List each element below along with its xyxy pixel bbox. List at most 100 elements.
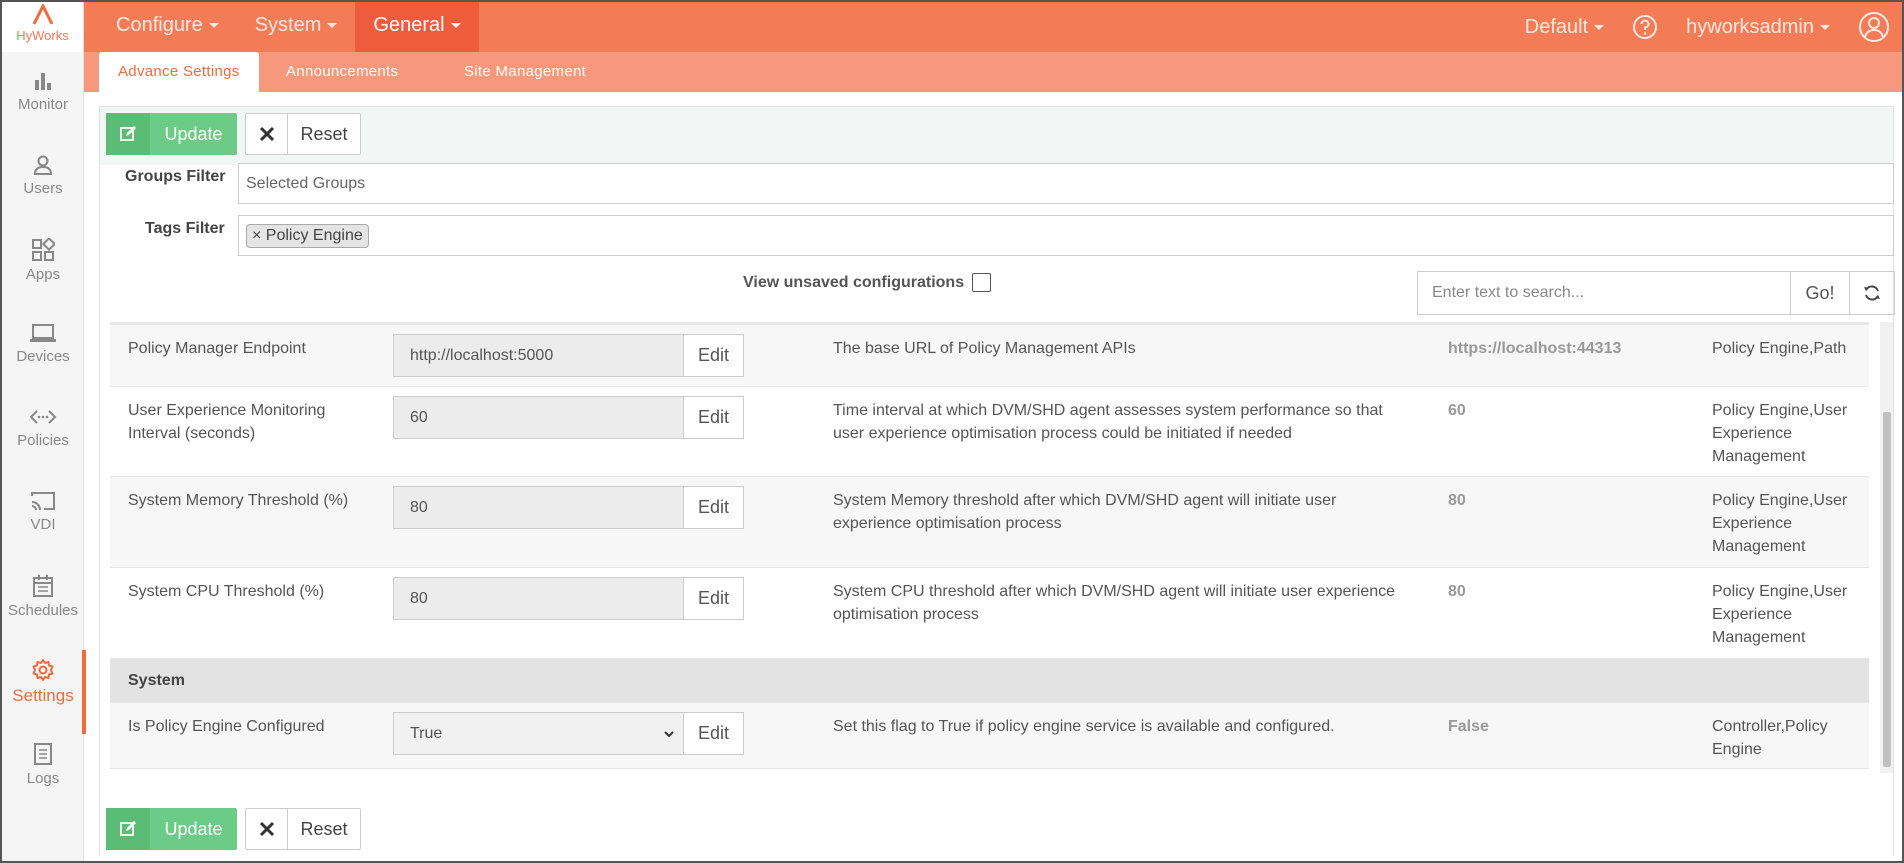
setting-tags: Policy Engine,User Experience Management	[1712, 583, 1848, 646]
bottom-button-bar: Update Reset	[100, 802, 1893, 860]
profile-button[interactable]	[1844, 11, 1902, 43]
view-unsaved-toggle: View unsaved configurations	[743, 273, 992, 292]
settings-panel: Update Reset Groups Filter Selected Grou…	[99, 106, 1895, 860]
app-window: HyWorks Monitor Users Apps Devices Polic…	[0, 0, 1904, 863]
scrollbar[interactable]	[1880, 322, 1893, 773]
setting-value-group: True Edit	[393, 712, 744, 755]
group-label: System	[128, 672, 185, 689]
setting-description: The base URL of Policy Management APIs	[833, 340, 1136, 357]
setting-description: System Memory threshold after which DVM/…	[833, 492, 1337, 532]
setting-value-group: http://localhost:5000 Edit	[393, 334, 744, 377]
groups-filter-input[interactable]: Selected Groups	[238, 163, 1894, 204]
sidebar-item-vdi[interactable]: VDI	[2, 482, 84, 566]
groups-filter-placeholder: Selected Groups	[246, 174, 366, 192]
table-row: System CPU Threshold (%) 80 Edit System …	[110, 568, 1869, 659]
search-input[interactable]: Enter text to search...	[1418, 272, 1791, 314]
edit-button[interactable]: Edit	[683, 577, 744, 620]
update-label: Update	[164, 819, 223, 839]
sub-tabs: Advance Settings Announcements Site Mana…	[84, 52, 1902, 92]
topnav-system[interactable]: System	[237, 2, 356, 52]
tenant-label: Default	[1524, 15, 1589, 38]
setting-default: False	[1448, 718, 1489, 735]
edit-button[interactable]: Edit	[683, 486, 744, 529]
caret-down-icon	[450, 23, 461, 29]
sidebar: HyWorks Monitor Users Apps Devices Polic…	[2, 2, 86, 861]
tag-remove-icon[interactable]: ×	[252, 227, 261, 244]
setting-name: System Memory Threshold (%)	[128, 492, 349, 509]
sidebar-item-label: Settings	[12, 686, 74, 705]
sidebar-item-users[interactable]: Users	[2, 146, 84, 230]
sidebar-item-label: VDI	[30, 516, 56, 533]
gear-icon	[32, 659, 54, 681]
top-right-controls: Default hyworksadmin	[1511, 2, 1902, 52]
tags-filter-input[interactable]: × Policy Engine	[238, 215, 1894, 256]
go-button[interactable]: Go!	[1791, 272, 1850, 314]
calendar-icon	[33, 575, 53, 597]
update-button[interactable]: Update	[106, 808, 237, 850]
sidebar-item-label: Apps	[25, 266, 61, 283]
search-group: Enter text to search... Go!	[1417, 271, 1895, 315]
user-menu[interactable]: hyworksadmin	[1672, 16, 1844, 39]
tag-label: Policy Engine	[265, 226, 363, 244]
setting-value-field: http://localhost:5000	[393, 334, 683, 377]
groups-filter-label: Groups Filter	[125, 168, 226, 185]
setting-tags: Controller,Policy Engine	[1712, 718, 1828, 758]
settings-table: Policy Manager Endpoint http://localhost…	[110, 322, 1869, 773]
tab-site-management[interactable]: Site Management	[445, 52, 605, 92]
sidebar-item-policies[interactable]: Policies	[2, 398, 84, 482]
setting-value-field: 60	[393, 396, 683, 439]
user-avatar-icon	[1859, 12, 1889, 42]
topnav-configure[interactable]: Configure	[84, 2, 237, 52]
setting-tags: Policy Engine,Path	[1712, 340, 1847, 357]
setting-value-group: 60 Edit	[393, 396, 744, 439]
tab-announcements[interactable]: Announcements	[267, 52, 417, 92]
table-row: User Experience Monitoring Interval (sec…	[110, 387, 1869, 477]
refresh-button[interactable]	[1850, 272, 1894, 314]
topnav-general[interactable]: General	[355, 2, 479, 52]
sidebar-item-settings[interactable]: Settings	[2, 650, 86, 734]
close-icon	[246, 114, 288, 154]
edit-button[interactable]: Edit	[683, 334, 744, 377]
sidebar-item-monitor[interactable]: Monitor	[2, 62, 84, 146]
sidebar-item-label: Users	[23, 180, 63, 197]
setting-value-select[interactable]: True	[393, 712, 683, 755]
setting-name: Is Policy Engine Configured	[128, 718, 325, 735]
apps-grid-icon	[32, 238, 55, 261]
user-icon	[33, 155, 53, 175]
bar-chart-icon	[35, 73, 51, 90]
setting-default: 80	[1448, 492, 1466, 509]
unsaved-checkbox[interactable]	[972, 273, 992, 292]
scrollbar-thumb[interactable]	[1883, 412, 1891, 767]
logo-text: HyWorks	[16, 28, 69, 43]
group-header-row: System	[110, 659, 1869, 703]
sidebar-item-apps[interactable]: Apps	[2, 230, 84, 314]
sidebar-item-label: Schedules	[7, 602, 79, 619]
laptop-icon	[30, 324, 56, 342]
help-button[interactable]	[1618, 14, 1672, 40]
tenant-dropdown[interactable]: Default	[1511, 16, 1618, 39]
tag-chip[interactable]: × Policy Engine	[246, 223, 369, 248]
top-bar: Configure System General Default hyworks…	[84, 2, 1902, 52]
caret-down-icon	[327, 23, 338, 29]
sidebar-item-logs[interactable]: Logs	[2, 734, 84, 818]
update-button[interactable]: Update	[106, 113, 237, 155]
setting-tags: Policy Engine,User Experience Management	[1712, 402, 1848, 465]
setting-description: System CPU threshold after which DVM/SHD…	[833, 583, 1396, 623]
sidebar-item-devices[interactable]: Devices	[2, 314, 84, 398]
edit-button[interactable]: Edit	[683, 396, 744, 439]
table-row: System Memory Threshold (%) 80 Edit Syst…	[110, 477, 1869, 568]
sidebar-item-schedules[interactable]: Schedules	[2, 566, 84, 650]
reset-button[interactable]: Reset	[245, 113, 361, 155]
setting-name: System CPU Threshold (%)	[128, 583, 325, 600]
setting-value-group: 80 Edit	[393, 486, 744, 529]
setting-value-field: 80	[393, 577, 683, 620]
sidebar-item-label: Logs	[26, 770, 60, 787]
close-icon	[246, 809, 288, 849]
logo[interactable]: HyWorks	[2, 2, 83, 52]
edit-button[interactable]: Edit	[683, 712, 744, 755]
reset-button[interactable]: Reset	[245, 808, 361, 850]
caret-down-icon	[1820, 24, 1830, 30]
help-icon	[1633, 15, 1658, 39]
edit-icon	[106, 808, 150, 850]
tab-advance-settings[interactable]: Advance Settings	[99, 52, 259, 92]
